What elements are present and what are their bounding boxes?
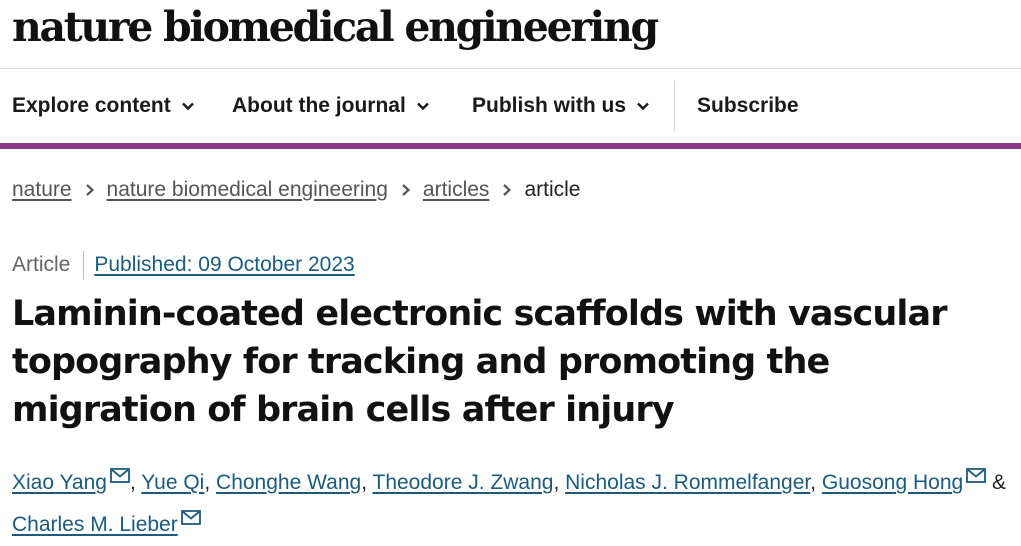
- breadcrumb-link-journal[interactable]: nature biomedical engineering: [107, 178, 388, 202]
- breadcrumb-link-nature[interactable]: nature: [12, 178, 72, 202]
- author-link[interactable]: Theodore J. Zwang: [373, 471, 554, 494]
- article-title: Laminin-coated electronic scaffolds with…: [12, 294, 948, 430]
- article-meta: Article Published: 09 October 2023: [12, 251, 355, 279]
- author-link[interactable]: Guosong Hong: [822, 471, 963, 494]
- nav-about-journal[interactable]: About the journal: [232, 69, 430, 143]
- author-separator: ,: [361, 471, 368, 494]
- breadcrumb-link-articles[interactable]: articles: [423, 178, 490, 202]
- chevron-right-icon: [503, 184, 512, 196]
- chevron-right-icon: [402, 184, 411, 196]
- chevron-down-icon: [416, 102, 429, 111]
- journal-logo[interactable]: nature biomedical engineering: [12, 3, 659, 51]
- mail-icon[interactable]: [110, 468, 130, 483]
- chevron-down-icon: [637, 102, 649, 111]
- author-conjunction: &: [992, 471, 1007, 494]
- main-nav: Explore content About the journal Publis…: [0, 69, 1021, 149]
- chevron-down-icon: [181, 102, 194, 111]
- nav-explore-label: Explore content: [12, 94, 171, 117]
- author-link[interactable]: Nicholas J. Rommelfanger: [565, 471, 810, 494]
- author-separator: ,: [204, 471, 211, 494]
- author-link[interactable]: Chonghe Wang: [216, 471, 361, 494]
- author-link[interactable]: Charles M. Lieber: [12, 513, 178, 536]
- nav-subscribe[interactable]: Subscribe: [697, 69, 799, 143]
- nav-subscribe-label: Subscribe: [697, 94, 799, 117]
- breadcrumb: nature nature biomedical engineering art…: [12, 176, 580, 204]
- author-separator: ,: [553, 471, 560, 494]
- nav-divider: [674, 81, 675, 131]
- mail-icon[interactable]: [966, 468, 987, 483]
- published-date-link[interactable]: Published: 09 October 2023: [94, 253, 354, 277]
- author-separator: ,: [810, 471, 817, 494]
- author-link[interactable]: Yue Qi: [141, 471, 204, 494]
- nav-about-label: About the journal: [232, 94, 406, 117]
- author-list: Xiao Yang, Yue Qi, Chonghe Wang, Theodor…: [12, 462, 1020, 546]
- author-link[interactable]: Xiao Yang: [12, 471, 107, 494]
- article-type: Article: [12, 253, 71, 276]
- nav-publish-with-us[interactable]: Publish with us: [472, 69, 650, 143]
- nav-publish-label: Publish with us: [472, 94, 627, 117]
- author-separator: ,: [129, 471, 136, 494]
- chevron-right-icon: [85, 184, 94, 196]
- breadcrumb-current: article: [524, 178, 581, 201]
- mail-icon[interactable]: [180, 510, 201, 525]
- site-header: nature biomedical engineering: [0, 0, 1021, 69]
- meta-divider: [83, 251, 85, 279]
- nav-explore-content[interactable]: Explore content: [12, 69, 195, 143]
